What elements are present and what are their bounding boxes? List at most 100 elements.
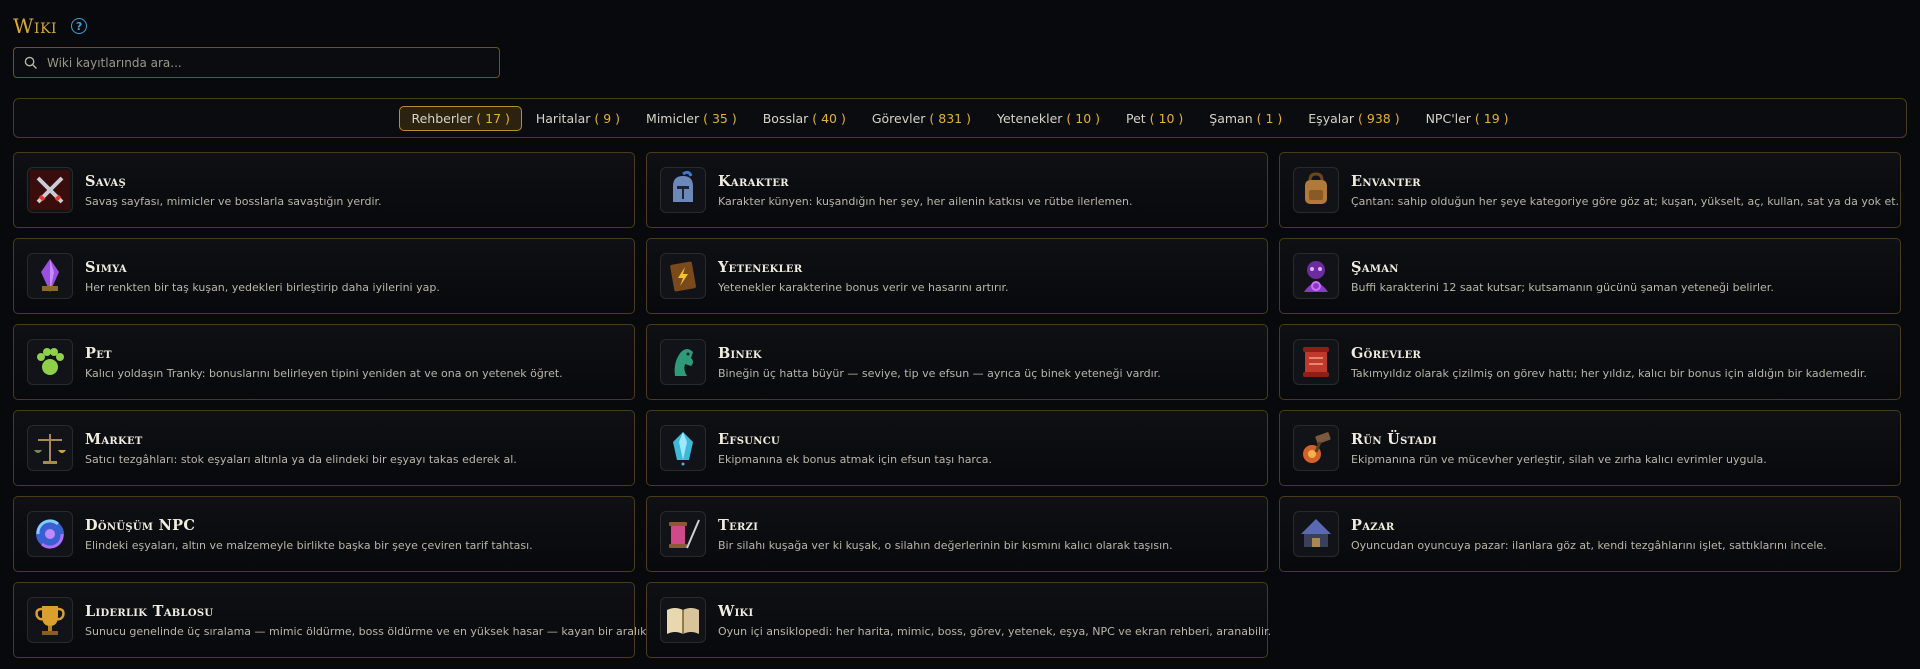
guide-card-grid: Savaş Savaş sayfası, mimicler ve bosslarl… [13, 152, 1907, 658]
card-text: Görevler Takımyıldız olarak çizilmiş on g… [1351, 345, 1867, 380]
card-title: Wiki [718, 602, 754, 620]
card-text: Simya Her renkten bir taş kuşan, yedekler… [85, 259, 440, 294]
guide-card[interactable]: Savaş Savaş sayfası, mimicler ve bosslarl… [13, 152, 635, 228]
card-title: Rün Üstadı [1351, 430, 1437, 448]
card-description: Kalıcı yoldaşın Tranky: bonuslarını beli… [85, 366, 563, 380]
tab-count: ( 1 ) [1256, 110, 1283, 126]
scales-icon [27, 425, 73, 471]
tab-pet[interactable]: Pet ( 10 ) [1114, 106, 1195, 131]
guide-card[interactable]: Pet Kalıcı yoldaşın Tranky: bonuslarını b… [13, 324, 635, 400]
card-description: Takımyıldız olarak çizilmiş on görev hat… [1351, 366, 1867, 380]
card-title: Pet [85, 344, 112, 362]
card-text: Pet Kalıcı yoldaşın Tranky: bonuslarını b… [85, 345, 563, 380]
guide-card[interactable]: Görevler Takımyıldız olarak çizilmiş on g… [1279, 324, 1901, 400]
tab-label: Pet [1126, 110, 1146, 126]
tab-label: Bosslar [762, 110, 809, 126]
tab-npc-ler[interactable]: NPC'ler ( 19 ) [1414, 106, 1521, 131]
card-title: Binek [718, 344, 762, 362]
tab-count: ( 10 ) [1149, 110, 1184, 126]
guide-card[interactable]: Liderlik Tablosu Sunucu genelinde üç sıra… [13, 582, 661, 658]
card-text: Terzi Bir silahı kuşağa ver ki kuşak, o s… [718, 517, 1173, 552]
thread-needle-icon [660, 511, 706, 557]
spellbook-icon [660, 253, 706, 299]
tab-bosslar[interactable]: Bosslar ( 40 ) [751, 106, 858, 131]
card-text: Binek Bineğin üç hatta büyür — seviye, ti… [718, 345, 1161, 380]
tab-count: ( 831 ) [929, 110, 971, 126]
guide-card[interactable]: Envanter Çantan: sahip olduğun her şeye k… [1279, 152, 1901, 228]
guide-card[interactable]: Rün Üstadı Ekipmanına rün ve mücevher yer… [1279, 410, 1901, 486]
card-description: Oyun içi ansiklopedi: her harita, mimic,… [718, 624, 1272, 638]
guide-card[interactable]: Yetenekler Yetenekler karakterine bonus v… [646, 238, 1268, 314]
tab-label: Haritalar [535, 110, 591, 126]
card-description: Ekipmanına rün ve mücevher yerleştir, si… [1351, 452, 1767, 466]
tab-label: Eşyalar [1308, 110, 1355, 126]
card-description: Oyuncudan oyuncuya pazar: ilanlara göz a… [1351, 538, 1827, 552]
guide-card[interactable]: Pazar Oyuncudan oyuncuya pazar: ilanlara … [1279, 496, 1901, 572]
card-description: Yetenekler karakterine bonus verir ve ha… [718, 280, 1009, 294]
card-text: Şaman Buffi karakterini 12 saat kutsar; k… [1351, 259, 1774, 294]
backpack-icon [1293, 167, 1339, 213]
open-book-icon [660, 597, 706, 643]
guide-card[interactable]: Binek Bineğin üç hatta büyür — seviye, ti… [646, 324, 1268, 400]
guide-card[interactable]: Wiki Oyun içi ansiklopedi: her harita, mi… [646, 582, 1271, 658]
card-text: Rün Üstadı Ekipmanına rün ve mücevher yer… [1351, 431, 1767, 466]
card-description: Buffi karakterini 12 saat kutsar; kutsam… [1351, 280, 1774, 294]
card-text: Wiki Oyun içi ansiklopedi: her harita, mi… [718, 603, 1271, 638]
tab--aman[interactable]: Şaman ( 1 ) [1197, 106, 1294, 131]
search-box[interactable] [13, 47, 500, 78]
help-icon[interactable]: ? [71, 18, 88, 34]
guide-card[interactable]: Simya Her renkten bir taş kuşan, yedekler… [13, 238, 635, 314]
tab-haritalar[interactable]: Haritalar ( 9 ) [524, 106, 632, 131]
tab-e-yalar[interactable]: Eşyalar ( 938 ) [1296, 106, 1411, 131]
card-text: Dönüşüm NPC Elindeki eşyaları, altın ve m… [85, 517, 533, 552]
card-title: Simya [85, 258, 127, 276]
card-title: Envanter [1351, 172, 1421, 190]
page-title: Wiki [13, 14, 58, 38]
card-title: Market [85, 430, 143, 448]
scroll-icon [1293, 339, 1339, 385]
paw-icon [27, 339, 73, 385]
card-title: Karakter [718, 172, 789, 190]
guide-card[interactable]: Şaman Buffi karakterini 12 saat kutsar; k… [1279, 238, 1901, 314]
tab-label: Yetenekler [996, 110, 1063, 126]
card-description: Savaş sayfası, mimicler ve bosslarla sav… [85, 194, 382, 208]
tab-count: ( 9 ) [594, 110, 621, 126]
tab-count: ( 40 ) [812, 110, 846, 126]
tab-yetenekler[interactable]: Yetenekler ( 10 ) [985, 106, 1112, 131]
tab-label: Mimicler [646, 110, 700, 126]
guide-card[interactable]: Terzi Bir silahı kuşağa ver ki kuşak, o s… [646, 496, 1268, 572]
card-text: Savaş Savaş sayfası, mimicler ve bosslarl… [85, 173, 382, 208]
card-description: Satıcı tezgâhları: stok eşyaları altınla… [85, 452, 517, 466]
card-title: Terzi [718, 516, 759, 534]
tab-label: Şaman [1209, 110, 1253, 126]
category-tabs: Rehberler ( 17 ) Haritalar ( 9 ) Mimicler … [13, 98, 1907, 138]
card-title: Liderlik Tablosu [85, 602, 214, 620]
card-description: Karakter künyen: kuşandığın her şey, her… [718, 194, 1133, 208]
card-description: Her renkten bir taş kuşan, yedekleri bir… [85, 280, 440, 294]
knight-helmet-icon [660, 167, 706, 213]
guide-card[interactable]: Dönüşüm NPC Elindeki eşyaları, altın ve m… [13, 496, 635, 572]
card-title: Efsuncu [718, 430, 781, 448]
tab-g-revler[interactable]: Görevler ( 831 ) [860, 106, 983, 131]
tab-count: ( 35 ) [703, 110, 737, 126]
tab-count: ( 17 ) [476, 110, 510, 126]
card-title: Yetenekler [718, 258, 803, 276]
tab-rehberler[interactable]: Rehberler ( 17 ) [399, 105, 522, 131]
card-text: Pazar Oyuncudan oyuncuya pazar: ilanlara … [1351, 517, 1827, 552]
search-input[interactable] [45, 54, 489, 71]
crystal-icon [27, 253, 73, 299]
market-tent-icon [1293, 511, 1339, 557]
tab-label: Görevler [871, 110, 926, 126]
card-description: Bir silahı kuşağa ver ki kuşak, o silahı… [718, 538, 1173, 552]
guide-card[interactable]: Market Satıcı tezgâhları: stok eşyaları a… [13, 410, 635, 486]
guide-card[interactable]: Efsuncu Ekipmanına ek bonus atmak için ef… [646, 410, 1268, 486]
tab-mimicler[interactable]: Mimicler ( 35 ) [634, 106, 749, 131]
card-text: Yetenekler Yetenekler karakterine bonus v… [718, 259, 1009, 294]
card-title: Dönüşüm NPC [85, 516, 196, 534]
wiki-page: Wiki ? Rehberler ( 17 )Haritalar ( 9 )Mi… [0, 0, 1920, 669]
guide-card[interactable]: Karakter Karakter künyen: kuşandığın her … [646, 152, 1268, 228]
card-description: Sunucu genelinde üç sıralama — mimic öld… [85, 624, 662, 638]
tab-count: ( 19 ) [1474, 110, 1509, 126]
card-description: Çantan: sahip olduğun her şeye kategoriy… [1351, 194, 1900, 208]
tab-label: NPC'ler [1425, 110, 1471, 126]
